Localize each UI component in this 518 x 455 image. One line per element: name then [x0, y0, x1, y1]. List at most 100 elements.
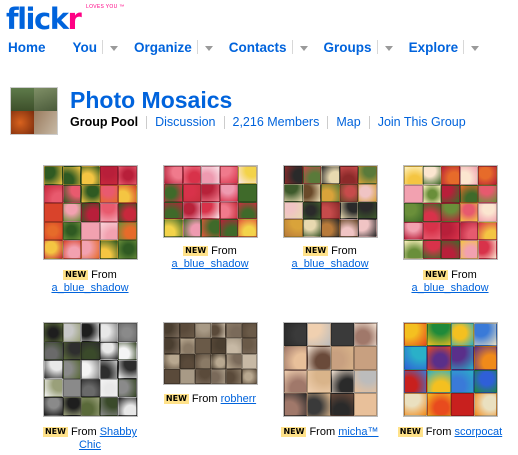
flickr-logo[interactable]: flickr LOVES YOU ™	[6, 2, 124, 36]
mosaic-cell	[459, 221, 479, 241]
mosaic-cell	[81, 240, 100, 259]
from-label: From	[91, 269, 117, 281]
mosaic-cell	[284, 201, 303, 220]
mosaic-cell	[302, 166, 322, 184]
nav-groups[interactable]: Groups	[324, 36, 393, 58]
nav-separator	[291, 40, 293, 54]
mosaic-cell	[195, 323, 211, 339]
mosaic-cell	[284, 219, 303, 237]
author-link[interactable]: a_blue_shadow	[171, 258, 248, 270]
mosaic-cell	[404, 184, 423, 204]
mosaic-cell	[478, 166, 497, 185]
mosaic-cell	[353, 346, 377, 370]
nav-explore-label: Explore	[408, 39, 459, 55]
new-badge: NEW	[303, 246, 329, 256]
mosaic-cell	[164, 338, 180, 354]
mosaic-cell	[226, 368, 242, 384]
mosaic-thumbnail[interactable]	[283, 165, 378, 238]
nav-home[interactable]: Home	[8, 36, 46, 58]
mosaic-cell	[81, 166, 100, 185]
mosaic-cell	[201, 219, 220, 237]
mosaic-cell	[422, 221, 442, 241]
mosaic-cell	[404, 240, 423, 259]
chevron-down-icon[interactable]	[471, 45, 480, 51]
mosaic-thumbnail[interactable]	[403, 322, 498, 417]
chevron-down-icon[interactable]	[299, 45, 308, 51]
mosaic-cell	[44, 397, 63, 416]
nav-organize[interactable]: Organize	[134, 36, 213, 58]
nav-explore[interactable]: Explore	[409, 36, 480, 58]
chevron-down-icon[interactable]	[384, 45, 393, 51]
author-link[interactable]: robherr	[221, 393, 256, 405]
mosaic-cell	[219, 166, 239, 184]
mosaic-cell	[62, 240, 82, 259]
author-link[interactable]: Shabby	[100, 426, 137, 438]
mosaic-thumbnail[interactable]	[43, 165, 138, 260]
mosaic-cell	[195, 368, 211, 384]
mosaic-cell	[284, 392, 308, 416]
mosaic-cell	[44, 203, 63, 222]
from-label: From	[425, 426, 452, 438]
author-link[interactable]: a_blue_shadow	[291, 258, 368, 270]
mosaic-cell	[427, 323, 451, 347]
mosaic-thumbnail[interactable]	[283, 322, 378, 417]
group-title[interactable]: Photo Mosaics	[70, 87, 232, 114]
nav-separator	[463, 40, 465, 54]
nav-separator	[376, 40, 378, 54]
author-link-continued[interactable]: Chic	[79, 439, 101, 451]
mosaic-cell	[473, 323, 497, 347]
photo-caption: NEW From Shabby Chic	[30, 426, 150, 452]
subnav-join-group[interactable]: Join This Group	[378, 115, 466, 129]
mosaic-cell	[450, 323, 474, 347]
mosaic-thumbnail[interactable]	[163, 165, 258, 238]
mosaic-cell	[201, 166, 220, 184]
mosaic-cell	[339, 201, 359, 220]
new-badge: NEW	[63, 270, 89, 280]
nav-contacts[interactable]: Contacts	[229, 36, 308, 58]
mosaic-cell	[478, 184, 497, 204]
mosaic-thumbnail[interactable]	[403, 165, 498, 260]
subnav-map[interactable]: Map	[336, 115, 360, 129]
mosaic-cell	[164, 166, 183, 184]
mosaic-cell	[226, 323, 242, 339]
mosaic-cell	[62, 360, 82, 379]
from-label: From	[191, 393, 218, 405]
mosaic-cell	[44, 360, 63, 379]
mosaic-cell	[118, 240, 137, 259]
mosaic-cell	[81, 203, 100, 222]
mosaic-cell	[62, 341, 82, 361]
mosaic-thumbnail[interactable]	[163, 322, 258, 385]
subnav-separator	[368, 115, 370, 129]
group-buddy-icon[interactable]	[10, 87, 58, 135]
nav-you[interactable]: You	[73, 36, 119, 58]
mosaic-cell	[44, 184, 63, 204]
mosaic-cell	[441, 203, 460, 222]
nav-contacts-label: Contacts	[228, 39, 287, 55]
subnav-discussion[interactable]: Discussion	[155, 115, 215, 129]
mosaic-cell	[210, 323, 226, 339]
photo-caption: NEW From robherr	[150, 393, 270, 406]
mosaic-thumbnail[interactable]	[43, 322, 138, 417]
mosaic-cell	[182, 219, 202, 237]
mosaic-cell	[81, 397, 100, 416]
subnav-separator	[223, 115, 225, 129]
mosaic-cell	[44, 378, 63, 398]
mosaic-cell	[441, 240, 460, 259]
from-label: From	[331, 245, 357, 257]
subnav-members[interactable]: 2,216 Members	[233, 115, 320, 129]
chevron-down-icon[interactable]	[204, 45, 213, 51]
subnav-separator	[146, 115, 148, 129]
mosaic-cell	[99, 203, 119, 222]
from-label: From	[70, 426, 97, 438]
mosaic-cell	[99, 240, 119, 259]
mosaic-cell	[62, 184, 82, 204]
author-link[interactable]: micha™	[338, 426, 378, 438]
chevron-down-icon[interactable]	[110, 45, 119, 51]
mosaic-cell	[44, 221, 63, 241]
mosaic-cell	[62, 166, 82, 185]
mosaic-cell	[404, 392, 428, 416]
author-link[interactable]: a_blue_shadow	[411, 282, 488, 294]
author-link[interactable]: scorpocat	[455, 426, 503, 438]
author-link[interactable]: a_blue_shadow	[51, 282, 128, 294]
mosaic-cell	[81, 184, 100, 204]
